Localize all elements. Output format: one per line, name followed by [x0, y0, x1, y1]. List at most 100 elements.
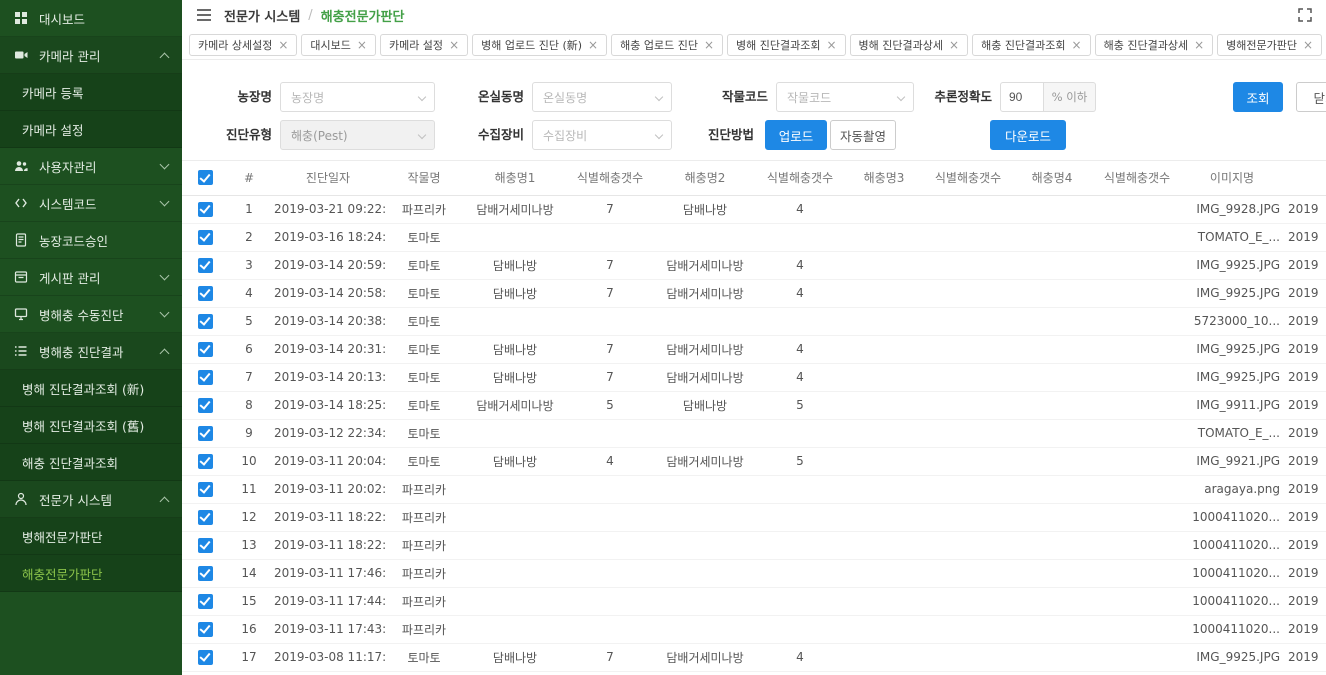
table-cell: [842, 335, 926, 363]
row-checkbox[interactable]: [198, 454, 213, 469]
sidebar-item-label: 병해 진단결과조회 (新): [22, 379, 168, 398]
sidebar-item-pest-manual-diagnosis[interactable]: 병해충 수동진단: [0, 296, 182, 333]
greenhouse-select[interactable]: 온실동명: [532, 82, 672, 112]
table-row[interactable]: 132019-03-11 18:22:03파프리카1000411020...20…: [182, 531, 1326, 559]
table-row[interactable]: 92019-03-12 22:34:44토마토TOMATO_E_...2019: [182, 419, 1326, 447]
tab-close-icon[interactable]: ×: [1194, 39, 1204, 51]
table-row[interactable]: 162019-03-11 17:43:34파프리카1000411020...20…: [182, 615, 1326, 643]
table-row[interactable]: 102019-03-11 20:04:40토마토담배나방4담배거세미나방5IMG…: [182, 447, 1326, 475]
tab-close-icon[interactable]: ×: [588, 39, 598, 51]
row-checkbox[interactable]: [198, 594, 213, 609]
row-checkbox[interactable]: [198, 398, 213, 413]
select-all-checkbox[interactable]: [198, 170, 213, 185]
row-checkbox[interactable]: [198, 622, 213, 637]
tab-close-icon[interactable]: ×: [949, 39, 959, 51]
table-row[interactable]: 82019-03-14 18:25:32토마토담배거세미나방5담배나방5IMG_…: [182, 391, 1326, 419]
table-cell: 2019-03-11 20:04:40: [270, 447, 386, 475]
menu-toggle-icon[interactable]: [196, 8, 212, 22]
sidebar-item-board-management[interactable]: 게시판 관리: [0, 259, 182, 296]
table-cell: [1010, 559, 1094, 587]
tab-close-icon[interactable]: ×: [278, 39, 288, 51]
sidebar-item-system-code[interactable]: 시스템코드: [0, 185, 182, 222]
sidebar-item-farm-code-approval[interactable]: 농장코드승인: [0, 222, 182, 259]
table-row[interactable]: 42019-03-14 20:58:46토마토담배나방7담배거세미나방4IMG_…: [182, 279, 1326, 307]
tab-7[interactable]: 해충 진단결과조회×: [972, 34, 1091, 56]
table-cell: [1010, 503, 1094, 531]
row-checkbox[interactable]: [198, 342, 213, 357]
chevron-up-icon: [160, 348, 170, 358]
sidebar-item-pest-diagnosis-results[interactable]: 병해충 진단결과: [0, 333, 182, 370]
tab-close-icon[interactable]: ×: [449, 39, 459, 51]
sidebar-item-disease-results-new[interactable]: 병해 진단결과조회 (新): [0, 370, 182, 407]
table-cell: 7: [568, 335, 652, 363]
download-button[interactable]: 다운로드: [990, 120, 1066, 150]
tab-close-icon[interactable]: ×: [1072, 39, 1082, 51]
table-row[interactable]: 32019-03-14 20:59:38토마토담배나방7담배거세미나방4IMG_…: [182, 251, 1326, 279]
column-header: 해충명2: [652, 161, 758, 195]
row-checkbox[interactable]: [198, 286, 213, 301]
sidebar-item-camera-register[interactable]: 카메라 등록: [0, 74, 182, 111]
table-cell: [652, 419, 758, 447]
tab-close-icon[interactable]: ×: [704, 39, 714, 51]
method-upload-button[interactable]: 업로드: [765, 120, 827, 150]
sidebar-item-disease-results-old[interactable]: 병해 진단결과조회 (舊): [0, 407, 182, 444]
tab-close-icon[interactable]: ×: [1303, 39, 1313, 51]
sidebar-item-user-management[interactable]: 사용자관리: [0, 148, 182, 185]
chevron-down-icon: [418, 131, 426, 139]
table-row[interactable]: 12019-03-21 09:22:00파프리카담배거세미나방7담배나방4IMG…: [182, 195, 1326, 223]
tab-9[interactable]: 병해전문가판단×: [1217, 34, 1322, 56]
table-row[interactable]: 22019-03-16 18:24:43토마토TOMATO_E_...2019: [182, 223, 1326, 251]
tab-2[interactable]: 카메라 설정×: [380, 34, 468, 56]
close-button[interactable]: 닫기: [1296, 82, 1326, 112]
table-row[interactable]: 62019-03-14 20:31:03토마토담배나방7담배거세미나방4IMG_…: [182, 335, 1326, 363]
table-row[interactable]: 142019-03-11 17:46:58파프리카1000411020...20…: [182, 559, 1326, 587]
tab-close-icon[interactable]: ×: [826, 39, 836, 51]
row-checkbox[interactable]: [198, 370, 213, 385]
row-checkbox[interactable]: [198, 482, 213, 497]
farm-name-select[interactable]: 농장명: [280, 82, 435, 112]
diagnosis-type-select[interactable]: 해충(Pest): [280, 120, 435, 150]
method-auto-capture-button[interactable]: 자동촬영: [830, 120, 896, 150]
table-cell: 2019: [1284, 363, 1326, 391]
row-checkbox[interactable]: [198, 314, 213, 329]
row-checkbox[interactable]: [198, 538, 213, 553]
crop-code-select[interactable]: 작물코드: [776, 82, 914, 112]
sidebar-item-dashboard[interactable]: 대시보드: [0, 0, 182, 37]
tab-6[interactable]: 병해 진단결과상세×: [850, 34, 969, 56]
table-row[interactable]: 152019-03-11 17:44:33파프리카1000411020...20…: [182, 587, 1326, 615]
table-row[interactable]: 52019-03-14 20:38:56토마토5723000_10...2019: [182, 307, 1326, 335]
accuracy-input[interactable]: [1000, 82, 1044, 112]
sidebar-item-camera-management[interactable]: 카메라 관리: [0, 37, 182, 74]
table-cell: IMG_9911.JPG: [1180, 391, 1284, 419]
table-cell: [1010, 419, 1094, 447]
sidebar-item-expert-system[interactable]: 전문가 시스템: [0, 481, 182, 518]
device-select[interactable]: 수집장비: [532, 120, 672, 150]
row-checkbox[interactable]: [198, 510, 213, 525]
row-checkbox[interactable]: [198, 566, 213, 581]
sidebar-item-camera-settings[interactable]: 카메라 설정: [0, 111, 182, 148]
table-row[interactable]: 122019-03-11 18:22:20파프리카1000411020...20…: [182, 503, 1326, 531]
search-button[interactable]: 조회: [1233, 82, 1283, 112]
sidebar-item-label: 병해 진단결과조회 (舊): [22, 416, 168, 435]
tab-3[interactable]: 병해 업로드 진단 (新)×: [472, 34, 607, 56]
sidebar-item-disease-expert-judgment[interactable]: 병해전문가판단: [0, 518, 182, 555]
table-cell: [462, 559, 568, 587]
tab-close-icon[interactable]: ×: [357, 39, 367, 51]
table-row[interactable]: 112019-03-11 20:02:41파프리카aragaya.png2019: [182, 475, 1326, 503]
sidebar-item-pest-expert-judgment[interactable]: 해충전문가판단: [0, 555, 182, 592]
row-checkbox[interactable]: [198, 230, 213, 245]
table-row[interactable]: 72019-03-14 20:13:53토마토담배나방7담배거세미나방4IMG_…: [182, 363, 1326, 391]
fullscreen-icon[interactable]: [1298, 8, 1312, 22]
table-row[interactable]: 172019-03-08 11:17:59토마토담배나방7담배거세미나방4IMG…: [182, 643, 1326, 671]
table-cell: [568, 503, 652, 531]
tab-4[interactable]: 해충 업로드 진단×: [611, 34, 723, 56]
row-checkbox[interactable]: [198, 426, 213, 441]
row-checkbox[interactable]: [198, 202, 213, 217]
tab-0[interactable]: 카메라 상세설정×: [189, 34, 297, 56]
sidebar-item-pest-results[interactable]: 해충 진단결과조회: [0, 444, 182, 481]
row-checkbox[interactable]: [198, 258, 213, 273]
row-checkbox[interactable]: [198, 650, 213, 665]
tab-5[interactable]: 병해 진단결과조회×: [727, 34, 846, 56]
tab-8[interactable]: 해충 진단결과상세×: [1095, 34, 1214, 56]
tab-1[interactable]: 대시보드×: [301, 34, 376, 56]
